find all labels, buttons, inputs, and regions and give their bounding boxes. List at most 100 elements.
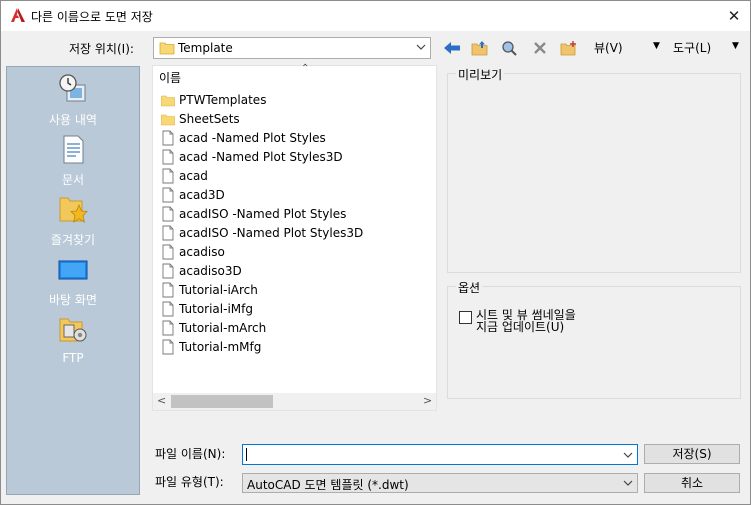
file-row[interactable]: acad [161,166,208,185]
file-row[interactable]: acadiso [161,242,225,261]
views-dropdown-icon[interactable]: ▼ [653,41,660,51]
folder-row[interactable]: PTWTemplates [161,90,266,109]
file-type-label: 파일 유형(T): [155,475,224,489]
place-desktop[interactable]: 바탕 화면 [7,249,139,309]
place-history[interactable]: 사용 내역 [7,69,139,129]
file-name: PTWTemplates [179,92,267,107]
file-row[interactable]: Tutorial-iMfg [161,299,253,318]
chevron-down-icon[interactable] [622,449,634,461]
file-row[interactable]: acad3D [161,185,225,204]
scroll-left-icon[interactable]: < [157,394,166,407]
new-folder-button[interactable] [558,38,580,58]
file-icon [162,168,174,183]
window-title: 다른 이름으로 도면 저장 [31,10,153,24]
folder-icon [161,95,175,106]
update-thumbnails-checkbox[interactable] [459,311,472,324]
file-row[interactable]: acadISO -Named Plot Styles3D [161,223,363,242]
delete-button[interactable] [529,38,551,58]
file-name: acadISO -Named Plot Styles [179,206,347,221]
file-icon [162,206,174,221]
file-name: SheetSets [179,111,240,126]
file-name-input[interactable] [242,444,638,465]
scroll-right-icon[interactable]: > [423,394,432,407]
preview-label: 미리보기 [456,66,505,83]
file-icon [162,339,174,354]
back-arrow-icon [444,42,460,54]
file-row[interactable]: acad -Named Plot Styles3D [161,147,343,166]
folder-row[interactable]: SheetSets [161,109,240,128]
place-favorites[interactable]: 즐겨찾기 [7,189,139,249]
text-caret [246,448,247,461]
options-group [447,286,741,399]
views-menu[interactable]: 뷰(V) [594,39,623,56]
column-name-label: 이름 [159,71,182,85]
file-row[interactable]: acad -Named Plot Styles [161,128,326,147]
file-row[interactable]: Tutorial-mMfg [161,337,261,356]
close-button[interactable]: ✕ [723,5,745,27]
file-name: acad [179,168,208,183]
file-name: acadiso [179,244,225,259]
file-name: acad3D [179,187,225,202]
save-drawing-dialog: 다른 이름으로 도면 저장 ✕ 저장 위치(I): Template 뷰(V) … [0,0,751,505]
save-button[interactable]: 저장(S) [644,444,740,464]
file-icon [162,282,174,297]
file-icon [162,301,174,316]
back-button[interactable] [441,38,463,58]
search-web-button[interactable] [499,38,521,58]
file-icon [162,225,174,240]
file-name: Tutorial-mMfg [179,339,262,354]
file-icon [162,130,174,145]
update-thumbnails-label[interactable]: 시트 및 뷰 썸네일을 지금 업데이트(U) [476,309,576,333]
tools-menu[interactable]: 도구(L) [673,39,711,56]
look-in-label: 저장 위치(I): [69,42,134,56]
up-folder-icon [471,41,488,56]
autocad-logo-icon [11,8,25,22]
history-icon [59,74,86,102]
place-label: FTP [62,351,84,365]
file-type-value: AutoCAD 도면 템플릿 (*.dwt) [247,478,409,492]
look-in-value: Template [178,41,233,55]
place-label: 즐겨찾기 [50,233,96,247]
cancel-button[interactable]: 취소 [644,473,740,493]
file-row[interactable]: Tutorial-iArch [161,280,258,299]
file-icon [162,320,174,335]
place-ftp[interactable]: FTP [7,309,139,369]
options-label: 옵션 [456,279,483,296]
up-folder-button[interactable] [469,38,491,58]
horizontal-scrollbar[interactable]: < > [153,393,436,410]
file-row[interactable]: acadiso3D [161,261,242,280]
chevron-down-icon [416,44,426,50]
file-icon [162,149,174,164]
column-header-name[interactable]: 이름 ⌃ [153,63,436,86]
file-row[interactable]: Tutorial-mArch [161,318,266,337]
desktop-icon [58,260,88,280]
file-list[interactable]: 이름 ⌃ PTWTemplates SheetSets acad -Named Pl… [152,63,437,411]
file-name: Tutorial-mArch [179,320,267,335]
favorites-icon [59,197,88,223]
file-name: acadiso3D [179,263,242,278]
checkbox-label-line2: 지금 업데이트(U) [476,320,565,334]
file-row[interactable]: acadISO -Named Plot Styles [161,204,346,223]
place-label: 사용 내역 [49,113,97,127]
file-name-label: 파일 이름(N): [155,447,226,461]
file-name: acadISO -Named Plot Styles3D [179,225,364,240]
file-name: acad -Named Plot Styles [179,130,326,145]
title-bar: 다른 이름으로 도면 저장 ✕ [1,1,750,31]
file-icon [162,187,174,202]
file-name: Tutorial-iArch [179,282,258,297]
search-globe-icon [502,41,517,56]
new-folder-icon [560,41,576,56]
delete-x-icon [534,42,546,54]
chevron-down-icon [623,480,633,486]
places-bar: 사용 내역 문서 즐겨찾기 바탕 화면 FTP [6,66,140,495]
place-documents[interactable]: 문서 [7,129,139,189]
sort-ascending-icon: ⌃ [301,63,310,74]
file-icon [162,263,174,278]
scroll-thumb[interactable] [171,395,273,408]
file-type-dropdown[interactable]: AutoCAD 도면 템플릿 (*.dwt) [242,473,638,493]
file-name: Tutorial-iMfg [179,301,253,316]
tools-dropdown-icon[interactable]: ▼ [732,41,739,51]
place-label: 문서 [61,173,85,187]
documents-icon [63,135,84,164]
look-in-dropdown[interactable]: Template [153,37,431,59]
